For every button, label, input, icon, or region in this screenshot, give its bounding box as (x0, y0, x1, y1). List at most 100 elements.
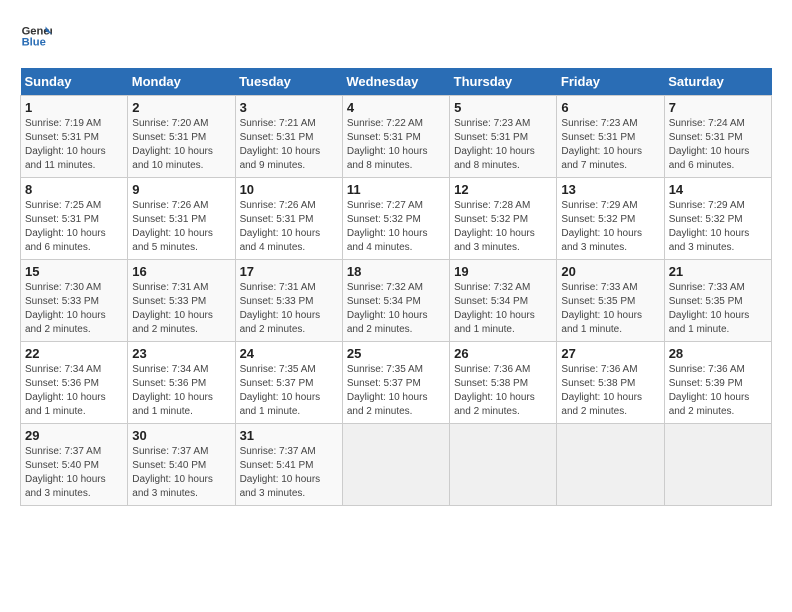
day-info: Sunrise: 7:22 AM Sunset: 5:31 PM Dayligh… (347, 117, 445, 173)
calendar-cell: 18Sunrise: 7:32 AM Sunset: 5:34 PM Dayli… (342, 260, 449, 342)
day-header-wednesday: Wednesday (342, 68, 449, 96)
day-header-friday: Friday (557, 68, 664, 96)
day-info: Sunrise: 7:20 AM Sunset: 5:31 PM Dayligh… (132, 117, 230, 173)
calendar-cell: 24 Sunrise: 7:35 AM Sunset: 5:37 PM Dayli… (235, 342, 342, 424)
day-info: Sunrise: 7:35 AM Sunset: 5:37 PM Dayligh… (347, 363, 445, 419)
page-header: General Blue (20, 20, 772, 52)
day-info: Sunrise: 7:36 AM Sunset: 5:39 PM Dayligh… (669, 363, 767, 419)
calendar-cell: 12Sunrise: 7:28 AM Sunset: 5:32 PM Dayli… (450, 178, 557, 260)
day-info: Sunrise: 7:37 AM Sunset: 5:40 PM Dayligh… (25, 445, 123, 501)
day-number: 30 (132, 428, 230, 443)
calendar-table: SundayMondayTuesdayWednesdayThursdayFrid… (20, 68, 772, 506)
day-header-monday: Monday (128, 68, 235, 96)
day-number: 21 (669, 264, 767, 279)
day-number: 1 (25, 100, 123, 115)
day-number: 19 (454, 264, 552, 279)
day-number: 15 (25, 264, 123, 279)
day-info: Sunrise: 7:31 AM Sunset: 5:33 PM Dayligh… (132, 281, 230, 337)
day-number: 28 (669, 346, 767, 361)
calendar-cell: 7 Sunrise: 7:24 AM Sunset: 5:31 PM Daylig… (664, 96, 771, 178)
day-header-saturday: Saturday (664, 68, 771, 96)
day-info: Sunrise: 7:24 AM Sunset: 5:31 PM Dayligh… (669, 117, 767, 173)
day-number: 27 (561, 346, 659, 361)
calendar-cell: 20 Sunrise: 7:33 AM Sunset: 5:35 PM Dayli… (557, 260, 664, 342)
day-info: Sunrise: 7:25 AM Sunset: 5:31 PM Dayligh… (25, 199, 123, 255)
calendar-cell: 9Sunrise: 7:26 AM Sunset: 5:31 PM Daylig… (128, 178, 235, 260)
day-number: 18 (347, 264, 445, 279)
day-number: 7 (669, 100, 767, 115)
day-number: 10 (240, 182, 338, 197)
day-info: Sunrise: 7:37 AM Sunset: 5:40 PM Dayligh… (132, 445, 230, 501)
calendar-cell: 2 Sunrise: 7:20 AM Sunset: 5:31 PM Daylig… (128, 96, 235, 178)
calendar-cell: 11 Sunrise: 7:27 AM Sunset: 5:32 PM Dayli… (342, 178, 449, 260)
day-header-tuesday: Tuesday (235, 68, 342, 96)
calendar-cell: 5Sunrise: 7:23 AM Sunset: 5:31 PM Daylig… (450, 96, 557, 178)
day-info: Sunrise: 7:36 AM Sunset: 5:38 PM Dayligh… (561, 363, 659, 419)
calendar-cell: 4 Sunrise: 7:22 AM Sunset: 5:31 PM Daylig… (342, 96, 449, 178)
day-header-thursday: Thursday (450, 68, 557, 96)
day-number: 17 (240, 264, 338, 279)
calendar-cell: 19 Sunrise: 7:32 AM Sunset: 5:34 PM Dayli… (450, 260, 557, 342)
day-number: 3 (240, 100, 338, 115)
day-number: 14 (669, 182, 767, 197)
calendar-cell: 17 Sunrise: 7:31 AM Sunset: 5:33 PM Dayli… (235, 260, 342, 342)
day-number: 22 (25, 346, 123, 361)
day-info: Sunrise: 7:30 AM Sunset: 5:33 PM Dayligh… (25, 281, 123, 337)
day-number: 26 (454, 346, 552, 361)
day-number: 4 (347, 100, 445, 115)
day-info: Sunrise: 7:19 AM Sunset: 5:31 PM Dayligh… (25, 117, 123, 173)
calendar-cell: 22 Sunrise: 7:34 AM Sunset: 5:36 PM Dayli… (21, 342, 128, 424)
day-info: Sunrise: 7:36 AM Sunset: 5:38 PM Dayligh… (454, 363, 552, 419)
day-number: 20 (561, 264, 659, 279)
day-number: 25 (347, 346, 445, 361)
calendar-cell (557, 424, 664, 506)
calendar-cell: 16 Sunrise: 7:31 AM Sunset: 5:33 PM Dayli… (128, 260, 235, 342)
day-number: 11 (347, 182, 445, 197)
calendar-cell: 31 Sunrise: 7:37 AM Sunset: 5:41 PM Dayli… (235, 424, 342, 506)
calendar-week-1: 1 Sunrise: 7:19 AM Sunset: 5:31 PM Daylig… (21, 96, 772, 178)
calendar-cell: 15 Sunrise: 7:30 AM Sunset: 5:33 PM Dayli… (21, 260, 128, 342)
day-number: 12 (454, 182, 552, 197)
day-number: 8 (25, 182, 123, 197)
calendar-week-5: 29 Sunrise: 7:37 AM Sunset: 5:40 PM Dayli… (21, 424, 772, 506)
calendar-cell: 10 Sunrise: 7:26 AM Sunset: 5:31 PM Dayli… (235, 178, 342, 260)
svg-text:Blue: Blue (22, 37, 46, 49)
calendar-cell: 28 Sunrise: 7:36 AM Sunset: 5:39 PM Dayli… (664, 342, 771, 424)
calendar-cell: 21Sunrise: 7:33 AM Sunset: 5:35 PM Dayli… (664, 260, 771, 342)
day-number: 31 (240, 428, 338, 443)
calendar-week-2: 8 Sunrise: 7:25 AM Sunset: 5:31 PM Daylig… (21, 178, 772, 260)
day-info: Sunrise: 7:32 AM Sunset: 5:34 PM Dayligh… (454, 281, 552, 337)
day-info: Sunrise: 7:27 AM Sunset: 5:32 PM Dayligh… (347, 199, 445, 255)
day-number: 13 (561, 182, 659, 197)
calendar-cell: 27 Sunrise: 7:36 AM Sunset: 5:38 PM Dayli… (557, 342, 664, 424)
calendar-week-4: 22 Sunrise: 7:34 AM Sunset: 5:36 PM Dayli… (21, 342, 772, 424)
calendar-cell: 30 Sunrise: 7:37 AM Sunset: 5:40 PM Dayli… (128, 424, 235, 506)
day-header-sunday: Sunday (21, 68, 128, 96)
calendar-cell (450, 424, 557, 506)
calendar-cell: 13 Sunrise: 7:29 AM Sunset: 5:32 PM Dayli… (557, 178, 664, 260)
day-number: 6 (561, 100, 659, 115)
days-header-row: SundayMondayTuesdayWednesdayThursdayFrid… (21, 68, 772, 96)
calendar-cell: 29 Sunrise: 7:37 AM Sunset: 5:40 PM Dayli… (21, 424, 128, 506)
day-number: 24 (240, 346, 338, 361)
logo-icon: General Blue (20, 20, 52, 52)
calendar-cell (664, 424, 771, 506)
day-number: 16 (132, 264, 230, 279)
calendar-cell (342, 424, 449, 506)
day-info: Sunrise: 7:26 AM Sunset: 5:31 PM Dayligh… (132, 199, 230, 255)
calendar-cell: 1 Sunrise: 7:19 AM Sunset: 5:31 PM Daylig… (21, 96, 128, 178)
day-info: Sunrise: 7:34 AM Sunset: 5:36 PM Dayligh… (132, 363, 230, 419)
calendar-cell: 8 Sunrise: 7:25 AM Sunset: 5:31 PM Daylig… (21, 178, 128, 260)
day-info: Sunrise: 7:23 AM Sunset: 5:31 PM Dayligh… (454, 117, 552, 173)
day-number: 29 (25, 428, 123, 443)
day-info: Sunrise: 7:26 AM Sunset: 5:31 PM Dayligh… (240, 199, 338, 255)
day-info: Sunrise: 7:34 AM Sunset: 5:36 PM Dayligh… (25, 363, 123, 419)
day-number: 2 (132, 100, 230, 115)
day-info: Sunrise: 7:33 AM Sunset: 5:35 PM Dayligh… (561, 281, 659, 337)
day-info: Sunrise: 7:37 AM Sunset: 5:41 PM Dayligh… (240, 445, 338, 501)
day-info: Sunrise: 7:35 AM Sunset: 5:37 PM Dayligh… (240, 363, 338, 419)
calendar-week-3: 15 Sunrise: 7:30 AM Sunset: 5:33 PM Dayli… (21, 260, 772, 342)
day-info: Sunrise: 7:31 AM Sunset: 5:33 PM Dayligh… (240, 281, 338, 337)
day-info: Sunrise: 7:29 AM Sunset: 5:32 PM Dayligh… (561, 199, 659, 255)
day-info: Sunrise: 7:21 AM Sunset: 5:31 PM Dayligh… (240, 117, 338, 173)
